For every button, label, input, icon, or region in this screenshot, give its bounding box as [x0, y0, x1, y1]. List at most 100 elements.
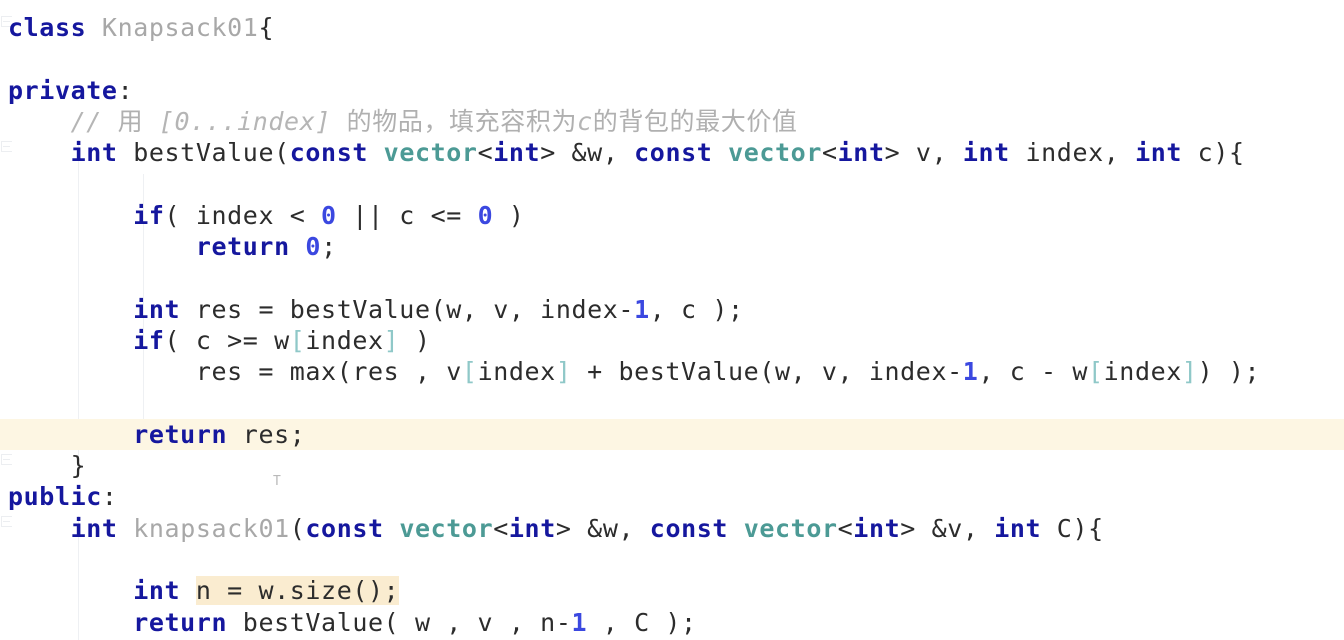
code-token: 0 — [321, 200, 337, 230]
code-token: bestValue( — [117, 138, 290, 168]
code-token: ( c >= w — [164, 325, 290, 355]
code-token: [ — [461, 357, 478, 387]
code-token: > &w, — [555, 513, 650, 543]
code-token: const — [634, 138, 713, 168]
code-token: Knapsack01 — [101, 13, 259, 42]
code-line[interactable]: // 用 [0...index] 的物品，填充容积为c的背包的最大价值 — [0, 106, 1344, 137]
code-token: n = w.size(); — [195, 576, 400, 606]
code-token: c — [577, 106, 593, 136]
code-token: , c - w — [978, 357, 1088, 387]
code-token: ; — [321, 232, 337, 262]
code-token: bestValue( w , v , n- — [227, 607, 572, 637]
code-token: int — [1135, 138, 1183, 168]
code-token: int — [70, 138, 118, 168]
code-token: vector — [743, 513, 838, 543]
code-line[interactable]: int n = w.size(); — [0, 575, 1344, 606]
code-token: index — [477, 357, 556, 387]
code-token: int — [837, 138, 885, 168]
code-line[interactable]: int bestValue(const vector<int> &w, cons… — [0, 137, 1344, 168]
code-token: + bestValue(w, v, index- — [571, 357, 963, 387]
code-token: [ — [289, 325, 306, 355]
code-token: index — [1103, 357, 1182, 387]
code-token: if — [133, 200, 165, 230]
code-token: c){ — [1182, 138, 1245, 168]
code-token: return — [133, 607, 228, 637]
code-line[interactable] — [0, 43, 1344, 74]
code-token: 1 — [962, 357, 979, 387]
code-token: const — [289, 138, 369, 168]
code-line[interactable]: return 0; — [0, 231, 1344, 262]
code-token: const — [305, 513, 384, 543]
code-token: vector — [399, 513, 494, 543]
code-token: vector — [383, 138, 478, 168]
code-token: ) — [399, 325, 431, 355]
code-token: index, — [1009, 138, 1136, 168]
code-token: res = max(res , v — [195, 357, 462, 387]
code-token: ] — [555, 357, 572, 387]
code-token: > &v, — [900, 513, 995, 543]
code-line[interactable]: res = max(res , v[index] + bestValue(w, … — [0, 356, 1344, 387]
code-token: 1 — [634, 294, 650, 324]
code-line[interactable]: public: — [0, 481, 1344, 512]
code-token: 0 — [477, 200, 494, 230]
code-token: int — [70, 513, 118, 543]
code-token: 的物品，填充容积为 — [346, 106, 578, 136]
code-line[interactable]: if( index < 0 || c <= 0 ) — [0, 200, 1344, 231]
code-token: ) — [493, 200, 525, 230]
code-token: return — [133, 419, 228, 449]
code-token: // — [70, 106, 118, 136]
code-token: vector — [728, 138, 822, 168]
code-token: ] — [1181, 357, 1198, 387]
code-token: C){ — [1041, 513, 1104, 543]
code-token: ) ); — [1197, 357, 1261, 387]
code-token: int — [508, 513, 556, 543]
code-line[interactable]: private: — [0, 75, 1344, 106]
code-token: < — [477, 138, 494, 168]
code-token: knapsack01 — [133, 513, 290, 543]
code-token: const — [649, 513, 729, 543]
code-token: > v, — [884, 138, 963, 168]
code-token: private — [8, 75, 118, 105]
code-line[interactable]: return bestValue( w , v , n-1 , C ); — [0, 607, 1344, 638]
code-line[interactable]: if( c >= w[index] ) — [0, 325, 1344, 356]
code-content[interactable]: class Knapsack01{ private: // 用 [0...ind… — [0, 0, 1344, 640]
code-token: , c ); — [649, 294, 744, 324]
code-token: res = bestValue(w, v, index- — [180, 294, 635, 324]
code-token: public — [8, 482, 102, 512]
code-line[interactable]: } — [0, 450, 1344, 481]
code-token: index — [305, 325, 384, 355]
code-token: class — [8, 13, 87, 42]
code-token: : — [117, 75, 134, 105]
code-line[interactable] — [0, 168, 1344, 199]
code-token: int — [994, 513, 1042, 543]
code-token: 的背包的最大价值 — [592, 106, 798, 136]
code-line[interactable]: int knapsack01(const vector<int> &w, con… — [0, 513, 1344, 544]
code-token: int — [133, 576, 181, 606]
code-line[interactable]: class Knapsack01{ — [0, 12, 1344, 43]
code-line[interactable]: return res; — [0, 418, 1344, 451]
code-token: ( — [289, 513, 306, 543]
code-token: res; — [227, 419, 306, 449]
code-line[interactable] — [0, 544, 1344, 575]
code-line[interactable]: int res = bestValue(w, v, index-1, c ); — [0, 294, 1344, 325]
code-editor[interactable]: T class Knapsack01{ private: // 用 [0...i… — [0, 0, 1344, 640]
code-line[interactable] — [0, 262, 1344, 293]
code-token: < — [493, 513, 509, 543]
code-token: , C ); — [587, 607, 697, 637]
code-line[interactable] — [0, 388, 1344, 419]
